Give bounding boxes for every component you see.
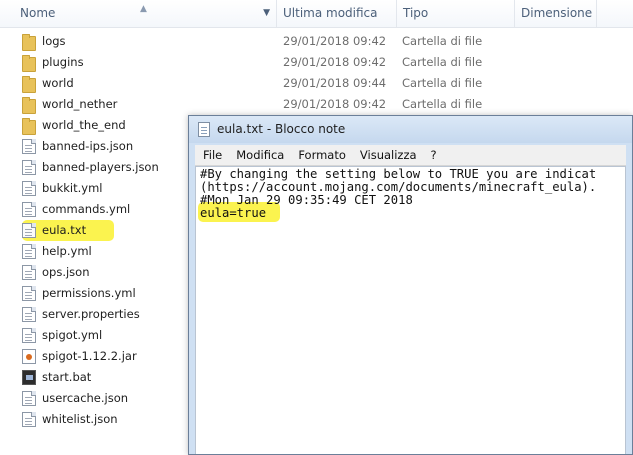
file-name: usercache.json [42,391,129,405]
column-date-label: Ultima modifica [283,6,378,20]
folder-icon [22,97,36,114]
file-name: commands.yml [42,202,131,216]
file-row[interactable]: world_nether 29/01/2018 09:42 Cartella di … [0,94,597,115]
text-file-icon [22,223,36,238]
file-icon [22,391,36,406]
file-name: permissions.yml [42,286,136,300]
column-type-label: Tipo [403,6,429,20]
batch-icon [22,370,36,385]
file-type: Cartella di file [402,55,483,69]
file-icon [22,328,36,343]
file-name: plugins [42,55,84,69]
notepad-window: eula.txt - Blocco note File Modifica Forma… [188,115,633,455]
file-row[interactable]: world 29/01/2018 09:44 Cartella di file [0,73,597,94]
file-icon [22,139,36,154]
file-name: help.yml [42,244,92,258]
column-header-bar: Nome ▲ ▼ Ultima modifica Tipo Dimensione [0,0,633,28]
file-row[interactable]: plugins 29/01/2018 09:42 Cartella di file [0,52,597,73]
file-date: 29/01/2018 09:42 [283,97,387,111]
file-name: world_the_end [42,118,126,132]
file-name: banned-players.json [42,160,159,174]
folder-icon [22,55,36,72]
column-size-label: Dimensione [521,6,593,20]
file-name: start.bat [42,370,92,384]
file-date: 29/01/2018 09:44 [283,76,387,90]
file-name: spigot.yml [42,328,103,342]
file-date: 29/01/2018 09:42 [283,34,387,48]
jar-icon [22,349,36,364]
file-name: whitelist.json [42,412,118,426]
menu-help[interactable]: ? [424,145,444,165]
file-name: eula.txt [42,223,87,237]
file-icon [22,160,36,175]
file-name: banned-ips.json [42,139,134,153]
file-icon [22,202,36,217]
menu-visualizza[interactable]: Visualizza [353,145,424,165]
file-icon [22,244,36,259]
text-line-4: eula=true [200,206,267,220]
column-type-header[interactable]: Tipo [397,0,515,27]
file-type: Cartella di file [402,76,483,90]
menu-file[interactable]: File [195,145,229,165]
notepad-title: eula.txt - Blocco note [217,122,346,136]
chevron-down-icon[interactable]: ▼ [263,0,270,27]
menu-modifica[interactable]: Modifica [229,145,291,165]
file-name: bukkit.yml [42,181,103,195]
file-name: world_nether [42,97,118,111]
notepad-menu-bar: File Modifica Formato Visualizza? [195,145,626,166]
file-name: spigot-1.12.2.jar [42,349,137,363]
folder-icon [22,34,36,51]
column-name-label: Nome [20,6,56,20]
sort-ascending-icon: ▲ [140,4,147,14]
file-icon [22,265,36,280]
notepad-text-area[interactable]: #By changing the setting below to TRUE y… [195,166,626,454]
column-name-header[interactable]: Nome ▲ ▼ [0,0,277,27]
notepad-title-bar[interactable]: eula.txt - Blocco note [189,116,632,143]
folder-icon [22,76,36,93]
column-size-header[interactable]: Dimensione [515,0,597,27]
notepad-icon [198,122,210,137]
file-type: Cartella di file [402,97,483,111]
file-name: server.properties [42,307,140,321]
file-row[interactable]: logs 29/01/2018 09:42 Cartella di file [0,31,597,52]
file-icon [22,412,36,427]
file-icon [22,181,36,196]
column-date-header[interactable]: Ultima modifica [277,0,397,27]
file-type: Cartella di file [402,34,483,48]
file-date: 29/01/2018 09:42 [283,55,387,69]
file-name: world [42,76,74,90]
file-icon [22,286,36,301]
file-name: ops.json [42,265,90,279]
file-name: logs [42,34,66,48]
menu-formato[interactable]: Formato [291,145,353,165]
folder-icon [22,118,36,135]
file-icon [22,307,36,322]
